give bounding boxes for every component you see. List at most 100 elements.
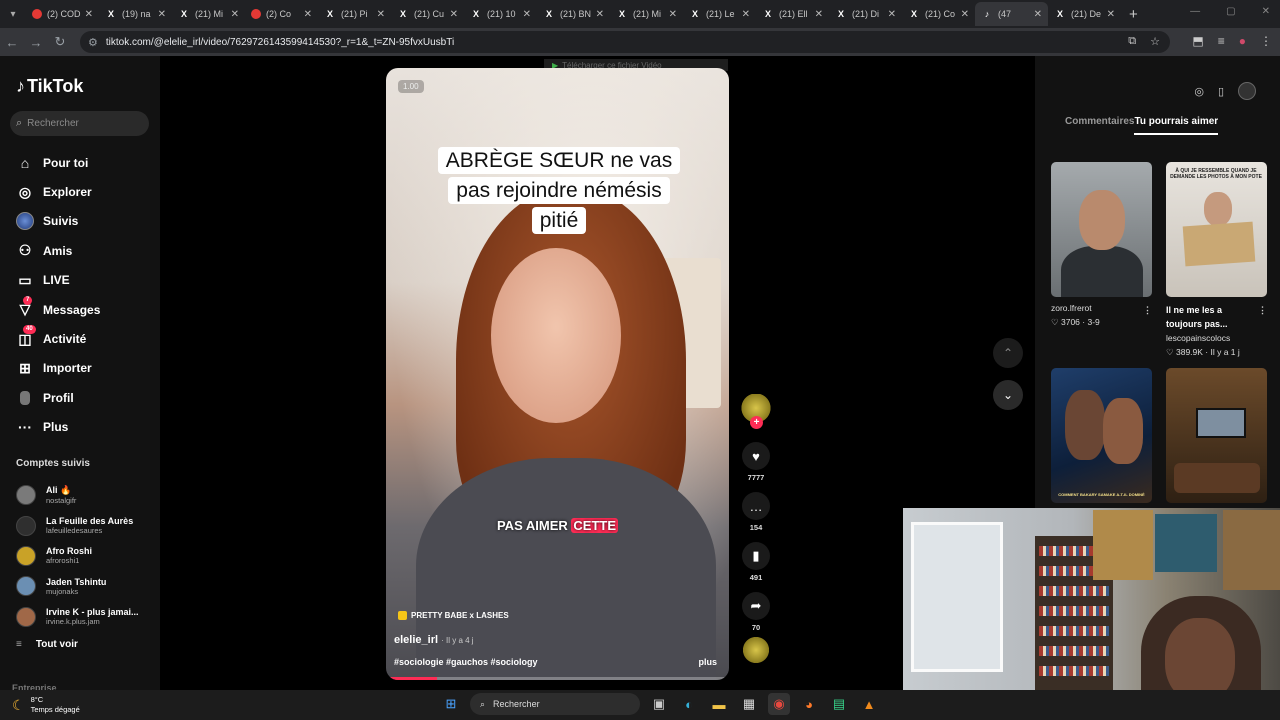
app-green-icon[interactable]: ▤ [828, 693, 850, 715]
browser-tab[interactable]: X (21) Le ✕ [683, 2, 756, 26]
browser-tab[interactable]: X (21) Co ✕ [902, 2, 975, 26]
browser-tab[interactable]: X (21) Di ✕ [829, 2, 902, 26]
following-item[interactable]: Ali 🔥 nostalgifr [16, 480, 139, 510]
weather-widget[interactable]: ☾ 8°C Temps dégagé [12, 695, 80, 715]
more-options-icon[interactable]: ⋮ [1258, 303, 1267, 317]
card-author[interactable]: lescopainscolocs [1166, 333, 1267, 343]
browser-tab[interactable]: X (21) Ell ✕ [756, 2, 829, 26]
reload-icon[interactable]: ↻ [48, 34, 72, 50]
phone-icon[interactable]: ▯ [1218, 85, 1224, 98]
extensions-icon[interactable]: ⬒ [1192, 34, 1203, 48]
tab-close-icon[interactable]: ✕ [85, 9, 93, 20]
video-thumbnail[interactable]: COMMENT BAKARY SAMAKE A-T-IL DOMINÉ [1051, 368, 1152, 503]
author-name[interactable]: elelie_irl [394, 634, 438, 646]
browser-tab[interactable]: X (19) na ✕ [99, 2, 172, 26]
browser-tab[interactable]: X (21) BN ✕ [537, 2, 610, 26]
follow-plus-icon[interactable]: + [750, 416, 763, 429]
site-info-icon[interactable]: ⚙ [88, 36, 98, 49]
browser-tab[interactable]: X (21) 10 ✕ [464, 2, 537, 26]
compass-small-icon[interactable]: ◎ [1194, 85, 1204, 98]
browser-tab[interactable]: ♪ (47 ✕ [975, 2, 1048, 26]
sidebar-item-explorer[interactable]: ◎ Explorer [16, 177, 100, 206]
tab-commentaires[interactable]: Commentaires [1065, 116, 1134, 135]
address-bar[interactable]: ⚙ tiktok.com/@elelie_irl/video/762972614… [80, 31, 1170, 53]
tab-close-icon[interactable]: ✕ [815, 9, 823, 20]
tab-close-icon[interactable]: ✕ [742, 9, 750, 20]
recommended-video-card[interactable]: COMMENT BAKARY SAMAKE A-T-IL DOMINÉ [1051, 368, 1152, 503]
tab-close-icon[interactable]: ✕ [304, 9, 312, 20]
browser-tab[interactable]: X (21) Mi ✕ [172, 2, 245, 26]
browser-menu-icon[interactable]: ⋮ [1260, 34, 1272, 48]
browser-tab[interactable]: (2) COD ✕ [26, 2, 99, 26]
browser-tab[interactable]: X (21) Pi ✕ [318, 2, 391, 26]
file-explorer-icon[interactable]: ▬ [708, 693, 730, 715]
firefox-icon[interactable]: ◕ [798, 693, 820, 715]
chrome-icon[interactable]: ◉ [768, 693, 790, 715]
previous-video-chevron-up-icon[interactable]: ⌃ [993, 338, 1023, 368]
author-avatar[interactable]: + [741, 394, 771, 429]
forward-arrow-icon[interactable]: → [24, 35, 48, 50]
tab-search-chevron-icon[interactable]: ▾ [4, 5, 22, 23]
tab-close-icon[interactable]: ✕ [888, 9, 896, 20]
back-arrow-icon[interactable]: ← [0, 35, 24, 50]
task-view-icon[interactable]: ▣ [648, 693, 670, 715]
more-options-icon[interactable]: ⋮ [1143, 303, 1152, 317]
recommended-video-card[interactable]: ⋮ zoro.lfrerot ♡ 3706 · 3-9 [1051, 162, 1152, 358]
music-label[interactable]: PRETTY BABE x LASHES [398, 611, 509, 620]
media-controls-icon[interactable]: ≡ [1218, 34, 1225, 48]
windows-start-icon[interactable]: ⊞ [440, 693, 462, 715]
browser-tab[interactable]: X (21) Cu ✕ [391, 2, 464, 26]
following-item[interactable]: Irvine K - plus jamai... irvine.k.plus.ja… [16, 602, 139, 632]
next-video-chevron-down-icon[interactable]: ⌄ [993, 380, 1023, 410]
following-item[interactable]: La Feuille des Aurès lafeuilledesaures [16, 510, 139, 540]
vlc-icon[interactable]: ▲ [858, 693, 880, 715]
tab-close-icon[interactable]: ✕ [1034, 9, 1042, 20]
maximize-icon[interactable]: ▢ [1226, 6, 1235, 17]
profile-avatar-icon[interactable]: ● [1239, 34, 1246, 48]
tab-close-icon[interactable]: ✕ [450, 9, 458, 20]
following-item[interactable]: Jaden Tshintu mujonaks [16, 571, 139, 601]
sidebar-item-suivis[interactable]: Suivis [16, 207, 100, 236]
video-thumbnail[interactable] [1051, 162, 1152, 297]
close-window-icon[interactable]: ✕ [1262, 6, 1270, 17]
recommended-video-card[interactable]: À QUI JE RESSEMBLE QUAND JE DEMANDE LES … [1166, 162, 1267, 358]
video-author[interactable]: elelie_irl · Il y a 4 j [394, 634, 474, 646]
sidebar-item-live[interactable]: ▭ LIVE [16, 266, 100, 295]
tab-close-icon[interactable]: ✕ [377, 9, 385, 20]
sidebar-item-pour-toi[interactable]: ⌂ Pour toi [16, 148, 100, 177]
user-avatar[interactable] [1238, 82, 1256, 100]
comment-button[interactable]: … 154 [740, 492, 772, 535]
sidebar-item-amis[interactable]: ⚇ Amis [16, 236, 100, 265]
save-button[interactable]: ▮ 491 [740, 542, 772, 585]
music-disc-icon[interactable] [743, 637, 769, 663]
sidebar-item-messages[interactable]: ▽ 7 Messages [16, 295, 100, 324]
sidebar-item-profil[interactable]: Profil [16, 383, 100, 412]
tab-close-icon[interactable]: ✕ [961, 9, 969, 20]
tiktok-logo[interactable]: ♪ TikTok [16, 76, 83, 97]
tab-close-icon[interactable]: ✕ [1107, 9, 1115, 20]
new-tab-plus-icon[interactable]: + [1129, 6, 1138, 23]
card-author[interactable]: zoro.lfrerot [1051, 303, 1152, 313]
tab-close-icon[interactable]: ✕ [596, 9, 604, 20]
video-progress-bar[interactable] [386, 677, 729, 680]
browser-tab[interactable]: X (21) Mi ✕ [610, 2, 683, 26]
recommended-video-card[interactable] [1166, 368, 1267, 503]
video-player[interactable]: 1.00 ABRÈGE SŒUR ne vas pas rejoindre ném… [386, 68, 729, 680]
video-thumbnail[interactable]: À QUI JE RESSEMBLE QUAND JE DEMANDE LES … [1166, 162, 1267, 297]
minimize-icon[interactable]: — [1190, 6, 1200, 17]
sidebar-item-activit-[interactable]: ◫ 40 Activité [16, 324, 100, 353]
following-item[interactable]: Afro Roshi afroroshi1 [16, 541, 139, 571]
browser-tab[interactable]: (2) Co ✕ [245, 2, 318, 26]
sidebar-item-plus[interactable]: ··· Plus [16, 413, 100, 442]
tab-close-icon[interactable]: ✕ [231, 9, 239, 20]
video-hashtags[interactable]: #sociologie #gauchos #sociology [394, 657, 538, 667]
tab-tu-pourrais-aimer[interactable]: Tu pourrais aimer [1134, 116, 1219, 135]
video-thumbnail[interactable] [1166, 368, 1267, 503]
search-input[interactable]: ⌕ Rechercher [10, 111, 149, 136]
install-app-icon[interactable]: ⧉ [1128, 35, 1136, 48]
edge-icon[interactable]: ◐ [678, 693, 700, 715]
more-button[interactable]: plus [698, 657, 717, 667]
like-button[interactable]: ♥ 7777 [740, 442, 772, 485]
tab-close-icon[interactable]: ✕ [523, 9, 531, 20]
tab-close-icon[interactable]: ✕ [669, 9, 677, 20]
